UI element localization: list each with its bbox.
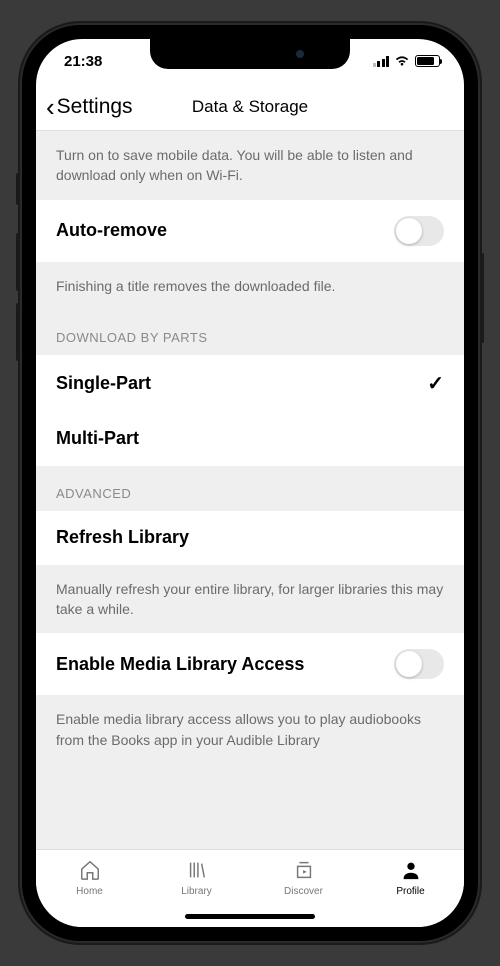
- advanced-header: ADVANCED: [36, 466, 464, 511]
- tab-library[interactable]: Library: [143, 858, 250, 909]
- auto-remove-row[interactable]: Auto-remove: [36, 200, 464, 262]
- download-parts-header: DOWNLOAD BY PARTS: [36, 310, 464, 355]
- notch: [150, 39, 350, 69]
- refresh-library-row[interactable]: Refresh Library: [36, 511, 464, 565]
- auto-remove-toggle[interactable]: [394, 216, 444, 246]
- media-library-access-label: Enable Media Library Access: [56, 654, 304, 675]
- tab-discover-label: Discover: [284, 886, 323, 897]
- single-part-option[interactable]: Single-Part ✓: [36, 355, 464, 412]
- discover-icon: [293, 858, 315, 882]
- home-icon: [79, 858, 101, 882]
- refresh-library-label: Refresh Library: [56, 527, 189, 548]
- battery-icon: [415, 55, 440, 67]
- media-library-access-toggle[interactable]: [394, 649, 444, 679]
- tab-profile-label: Profile: [396, 886, 424, 897]
- media-library-access-row[interactable]: Enable Media Library Access: [36, 633, 464, 695]
- multi-part-option[interactable]: Multi-Part: [36, 412, 464, 466]
- power-button: [480, 253, 484, 343]
- mute-switch: [16, 173, 20, 205]
- toggle-knob-icon: [396, 218, 422, 244]
- status-indicators: [373, 55, 441, 67]
- back-label: Settings: [57, 95, 133, 119]
- volume-down-button: [16, 303, 20, 361]
- auto-remove-description: Finishing a title removes the downloaded…: [36, 262, 464, 310]
- home-indicator[interactable]: [185, 914, 315, 919]
- content-scroll[interactable]: Turn on to save mobile data. You will be…: [36, 131, 464, 849]
- volume-up-button: [16, 233, 20, 291]
- phone-frame: 21:38 ‹ Settings Data & Stor: [20, 23, 480, 943]
- tab-library-label: Library: [181, 886, 212, 897]
- single-part-label: Single-Part: [56, 373, 151, 394]
- media-library-access-description: Enable media library access allows you t…: [36, 695, 464, 764]
- toggle-knob-icon: [396, 651, 422, 677]
- status-time: 21:38: [64, 53, 102, 70]
- screen: 21:38 ‹ Settings Data & Stor: [36, 39, 464, 927]
- page-title: Data & Storage: [192, 97, 308, 117]
- tab-profile[interactable]: Profile: [357, 858, 464, 909]
- tab-discover[interactable]: Discover: [250, 858, 357, 909]
- chevron-left-icon: ‹: [46, 94, 55, 120]
- tab-home-label: Home: [76, 886, 103, 897]
- multi-part-label: Multi-Part: [56, 428, 139, 449]
- refresh-library-description: Manually refresh your entire library, fo…: [36, 565, 464, 634]
- tab-home[interactable]: Home: [36, 858, 143, 909]
- auto-remove-label: Auto-remove: [56, 220, 167, 241]
- nav-header: ‹ Settings Data & Storage: [36, 83, 464, 131]
- checkmark-icon: ✓: [427, 371, 444, 396]
- profile-icon: [400, 858, 422, 882]
- back-button[interactable]: ‹ Settings: [46, 94, 133, 120]
- cellular-signal-icon: [373, 56, 390, 67]
- tab-bar: Home Library Discover: [36, 849, 464, 927]
- front-camera-icon: [296, 50, 304, 58]
- wifi-icon: [394, 55, 410, 67]
- library-icon: [186, 858, 208, 882]
- wifi-only-description: Turn on to save mobile data. You will be…: [36, 131, 464, 200]
